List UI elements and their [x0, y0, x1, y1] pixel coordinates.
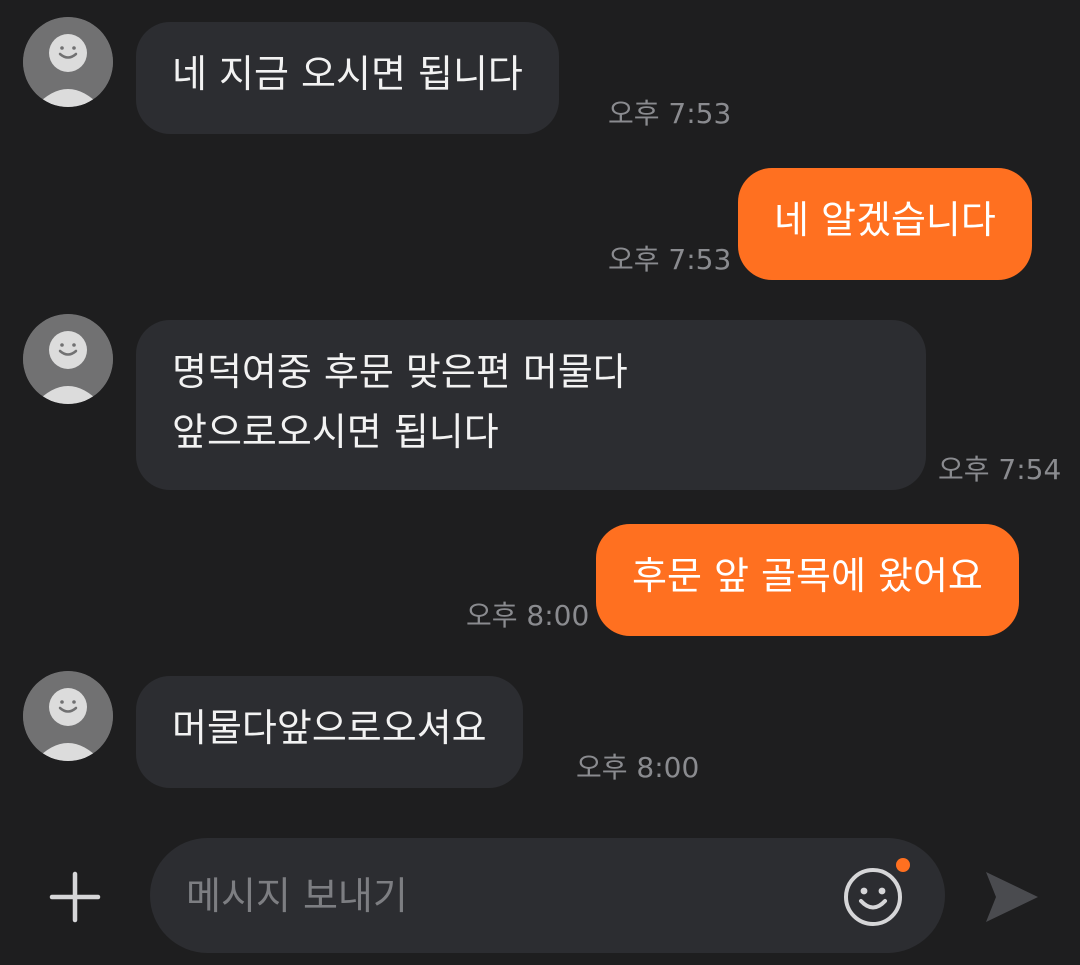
message-composer [0, 838, 1080, 953]
sender-avatar[interactable] [23, 671, 113, 761]
default-profile-icon [23, 314, 113, 404]
message-bubble-incoming[interactable]: 네 지금 오시면 됩니다 [136, 22, 559, 134]
message-timestamp: 오후 8:00 [576, 751, 700, 784]
message-timestamp: 오후 8:00 [466, 599, 590, 632]
message-timestamp: 오후 7:54 [938, 453, 1062, 486]
message-text: 네 지금 오시면 됩니다 [172, 52, 523, 96]
message-text: 머물다앞으로오셔요 [172, 706, 487, 750]
message-bubble-outgoing[interactable]: 네 알겠습니다 [738, 168, 1032, 280]
emoji-button[interactable] [840, 864, 906, 930]
plus-icon [49, 871, 101, 923]
message-text: 앞으로오시면 됩니다 [172, 410, 499, 454]
attach-plus-button[interactable] [40, 862, 110, 932]
message-timestamp: 오후 7:53 [608, 243, 732, 276]
sender-avatar[interactable] [23, 17, 113, 107]
message-input-box[interactable] [150, 838, 945, 953]
chat-screen: 네 지금 오시면 됩니다 오후 7:53 네 알겠습니다 오후 7:53 명덕여… [0, 0, 1080, 965]
default-profile-icon [23, 17, 113, 107]
smiley-icon [844, 868, 902, 926]
notification-dot [896, 858, 910, 872]
send-button[interactable] [978, 864, 1044, 930]
sender-avatar[interactable] [23, 314, 113, 404]
message-bubble-incoming[interactable]: 명덕여중 후문 맞은편 머물다 앞으로오시면 됩니다 [136, 320, 926, 490]
message-input[interactable] [186, 866, 786, 926]
default-profile-icon [23, 671, 113, 761]
message-text: 명덕여중 후문 맞은편 머물다 [172, 350, 628, 394]
message-text: 후문 앞 골목에 왔어요 [632, 554, 983, 598]
message-bubble-outgoing[interactable]: 후문 앞 골목에 왔어요 [596, 524, 1019, 636]
message-text: 네 알겠습니다 [774, 198, 996, 242]
message-timestamp: 오후 7:53 [608, 97, 732, 130]
message-bubble-incoming[interactable]: 머물다앞으로오셔요 [136, 676, 523, 788]
send-arrow-icon [986, 872, 1038, 922]
